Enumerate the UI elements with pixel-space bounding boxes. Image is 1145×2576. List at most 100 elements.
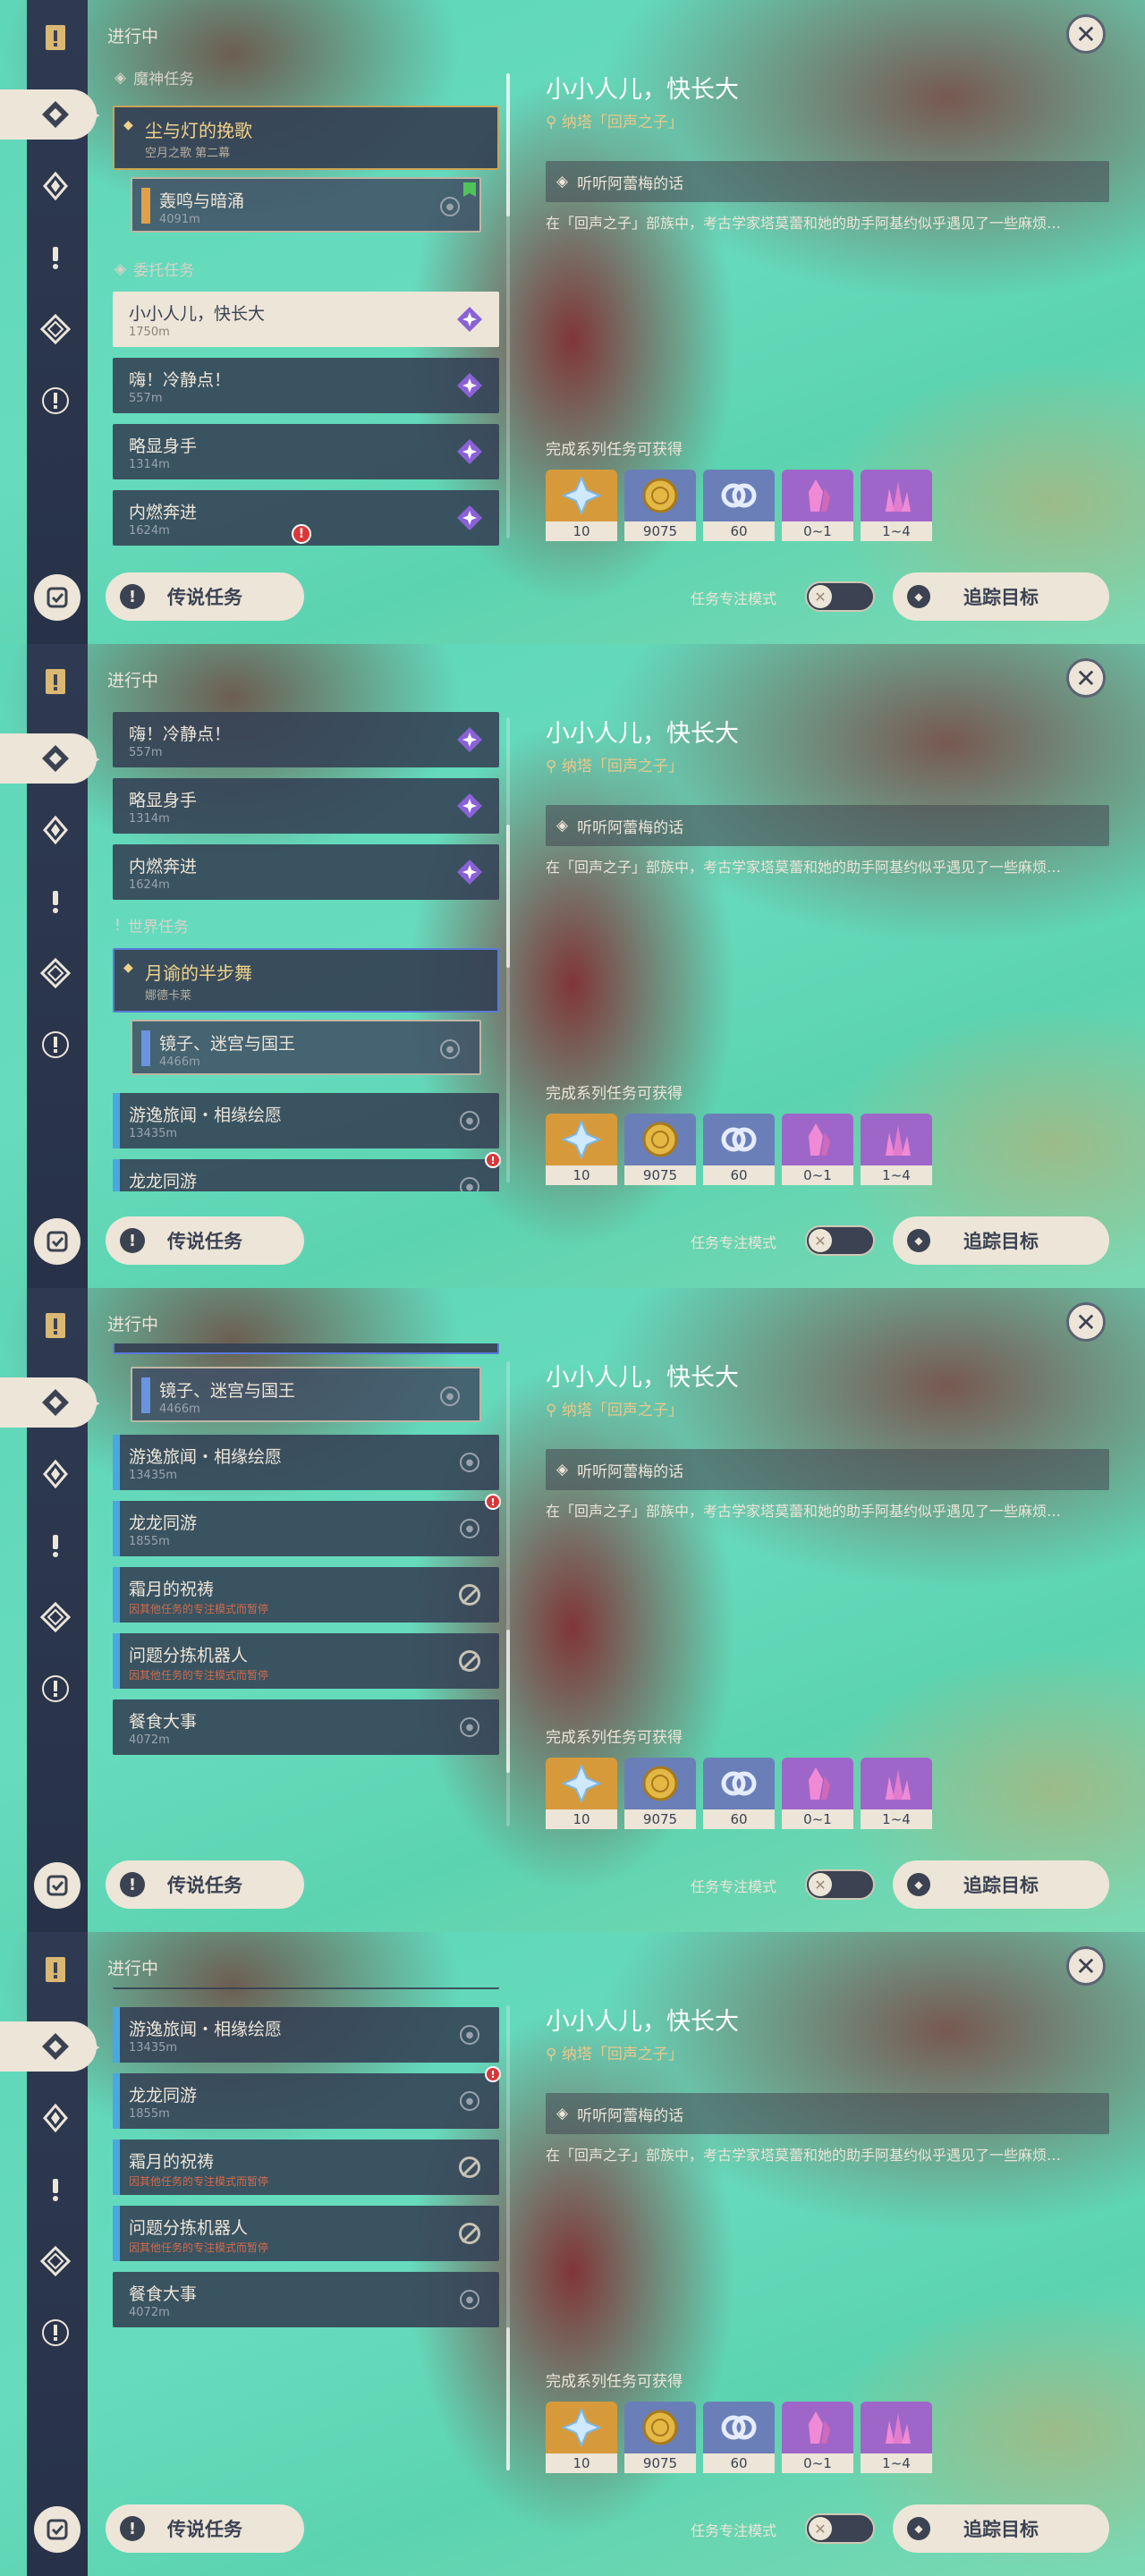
- scroll-thumb[interactable]: [506, 73, 510, 216]
- quest-list[interactable]: ◈ 魔神任务 ◆ 尘与灯的挽歌 空月之歌 第二幕 轰鸣与暗涌 4091m ● ◈ 委…: [106, 55, 505, 547]
- quest-list[interactable]: 游逸旅闻・相缘绘愿 13435m ● 龙龙同游 1855m ● ! 霜月的祝祷 …: [106, 1987, 505, 2479]
- reward-exp[interactable]: 60: [703, 1114, 775, 1185]
- quest-show-skills[interactable]: 略显身手 1314m: [113, 424, 499, 479]
- scroll-thumb[interactable]: [506, 825, 510, 968]
- scrollbar[interactable]: [506, 717, 510, 1182]
- quest-log-icon[interactable]: [34, 1218, 81, 1265]
- quest-world-step[interactable]: [113, 1987, 499, 1989]
- quest-sorting-robot[interactable]: 问题分拣机器人 因其他任务的专注模式而暂停: [113, 1633, 499, 1689]
- reward-crystal-pile[interactable]: 1~4: [861, 1758, 932, 1829]
- focus-mode-toggle[interactable]: ✕: [805, 2513, 875, 2544]
- reward-mora[interactable]: 9075: [624, 1114, 696, 1185]
- reward-crystal-pile[interactable]: 1~4: [861, 470, 932, 541]
- close-button[interactable]: ✕: [1066, 14, 1106, 54]
- focus-mode-toggle[interactable]: ✕: [805, 1225, 875, 1256]
- quest-archon-main[interactable]: ◆ 尘与灯的挽歌 空月之歌 第二幕: [113, 106, 499, 170]
- reward-exp[interactable]: 60: [703, 1758, 775, 1829]
- scrollbar[interactable]: [506, 1361, 510, 1826]
- event-quest-icon[interactable]: [30, 376, 81, 426]
- scrollbar[interactable]: [506, 73, 510, 538]
- quest-frost-prayer[interactable]: 霜月的祝祷 因其他任务的专注模式而暂停: [113, 2140, 499, 2195]
- track-target-button[interactable]: ◆ 追踪目标: [893, 1860, 1109, 1909]
- track-target-button[interactable]: ◆ 追踪目标: [893, 1216, 1109, 1265]
- focus-mode-toggle[interactable]: ✕: [805, 1869, 875, 1900]
- quest-calm-down[interactable]: 嗨！冷静点！ 557m: [113, 712, 499, 767]
- quest-travel-notes[interactable]: 游逸旅闻・相缘绘愿 13435m ●: [113, 2007, 499, 2063]
- world-quest-icon[interactable]: [30, 233, 81, 283]
- quest-log-icon[interactable]: [34, 1862, 81, 1909]
- quest-list[interactable]: 嗨！冷静点！ 557m 略显身手 1314m 内燃奔进 1624m ! 世界任务 …: [106, 699, 505, 1191]
- reward-crystal[interactable]: 0~1: [782, 470, 853, 541]
- quest-little-ones[interactable]: 小小人儿，快长大 1750m: [113, 292, 499, 347]
- story-quest-icon[interactable]: [30, 1449, 81, 1499]
- quest-world-step[interactable]: 镜子、迷宫与国王 4466m ●: [131, 1367, 481, 1422]
- close-button[interactable]: ✕: [1066, 658, 1106, 698]
- quest-frost-prayer[interactable]: 霜月的祝祷 因其他任务的专注模式而暂停: [113, 1567, 499, 1623]
- primogem-icon: [546, 1758, 617, 1809]
- story-quest-icon[interactable]: [30, 2093, 81, 2143]
- commission-quest-icon[interactable]: [30, 2236, 81, 2286]
- quest-dragon-trip[interactable]: 龙龙同游 1855m ●: [113, 1159, 499, 1191]
- legend-icon: !: [120, 1228, 145, 1253]
- story-quest-icon[interactable]: [30, 161, 81, 211]
- track-target-button[interactable]: ◆ 追踪目标: [893, 2504, 1109, 2553]
- world-quest-icon[interactable]: [30, 1521, 81, 1571]
- scroll-thumb[interactable]: [506, 1630, 510, 1773]
- quest-book-icon[interactable]: [30, 1301, 81, 1351]
- reward-crystal[interactable]: 0~1: [782, 2402, 853, 2473]
- quest-log-icon[interactable]: [34, 2506, 81, 2553]
- commission-quest-icon[interactable]: [30, 304, 81, 354]
- close-button[interactable]: ✕: [1066, 1302, 1106, 1342]
- quest-dragon-trip[interactable]: 龙龙同游 1855m ●: [113, 1501, 499, 1556]
- reward-primogem[interactable]: 10: [546, 1114, 617, 1185]
- quest-book-icon[interactable]: [30, 1945, 81, 1995]
- quest-combustion[interactable]: 内燃奔进 1624m: [113, 844, 499, 900]
- reward-mora[interactable]: 9075: [624, 1758, 696, 1829]
- track-target-button[interactable]: ◆ 追踪目标: [893, 572, 1109, 621]
- quest-sorting-robot[interactable]: 问题分拣机器人 因其他任务的专注模式而暂停: [113, 2206, 499, 2261]
- event-quest-icon[interactable]: [30, 2308, 81, 2358]
- commission-quest-icon[interactable]: [30, 1592, 81, 1642]
- reward-crystal-pile[interactable]: 1~4: [861, 1114, 932, 1185]
- reward-mora[interactable]: 9075: [624, 2402, 696, 2473]
- quest-list[interactable]: 镜子、迷宫与国王 4466m ● 游逸旅闻・相缘绘愿 13435m ● 龙龙同游…: [106, 1343, 505, 1835]
- quest-dragon-trip[interactable]: 龙龙同游 1855m ●: [113, 2073, 499, 2129]
- quest-book-icon[interactable]: [30, 657, 81, 707]
- quest-log-icon[interactable]: [34, 574, 81, 621]
- reward-mora[interactable]: 9075: [624, 470, 696, 541]
- quest-archon-step[interactable]: 轰鸣与暗涌 4091m ●: [131, 177, 481, 233]
- quest-travel-notes[interactable]: 游逸旅闻・相缘绘愿 13435m ●: [113, 1435, 499, 1490]
- story-quest-icon[interactable]: [30, 805, 81, 855]
- scrollbar[interactable]: [506, 2005, 510, 2470]
- quest-meal-matter[interactable]: 餐食大事 4072m ●: [113, 2272, 499, 2327]
- reward-primogem[interactable]: 10: [546, 2402, 617, 2473]
- reward-exp[interactable]: 60: [703, 2402, 775, 2473]
- quest-calm-down[interactable]: 嗨！冷静点！ 557m: [113, 358, 499, 413]
- event-quest-icon[interactable]: [30, 1664, 81, 1714]
- reward-crystal-pile[interactable]: 1~4: [861, 2402, 932, 2473]
- legend-quest-button[interactable]: ! 传说任务: [106, 2504, 304, 2553]
- legend-quest-button[interactable]: ! 传说任务: [106, 572, 304, 621]
- event-quest-icon[interactable]: [30, 1020, 81, 1070]
- legend-quest-button[interactable]: ! 传说任务: [106, 1216, 304, 1265]
- reward-crystal[interactable]: 0~1: [782, 1114, 853, 1185]
- quest-show-skills[interactable]: 略显身手 1314m: [113, 778, 499, 834]
- reward-primogem[interactable]: 10: [546, 470, 617, 541]
- reward-primogem[interactable]: 10: [546, 1758, 617, 1829]
- reward-exp[interactable]: 60: [703, 470, 775, 541]
- close-button[interactable]: ✕: [1066, 1946, 1106, 1986]
- legend-quest-button[interactable]: ! 传说任务: [106, 1860, 304, 1909]
- quest-world-main[interactable]: ◆ 月谕的半步舞 娜德卡莱: [113, 948, 499, 1013]
- world-quest-icon[interactable]: [30, 877, 81, 927]
- step-diamond-icon: ◈: [556, 1461, 569, 1479]
- reward-crystal[interactable]: 0~1: [782, 1758, 853, 1829]
- world-quest-icon[interactable]: [30, 2165, 81, 2215]
- commission-quest-icon[interactable]: [30, 948, 81, 998]
- focus-mode-toggle[interactable]: ✕: [805, 581, 875, 612]
- quest-travel-notes[interactable]: 游逸旅闻・相缘绘愿 13435m ●: [113, 1093, 499, 1148]
- quest-book-icon[interactable]: [30, 13, 81, 63]
- quest-world-step[interactable]: 镜子、迷宫与国王 4466m ●: [131, 1020, 481, 1075]
- quest-world-main[interactable]: [113, 1343, 499, 1354]
- quest-meal-matter[interactable]: 餐食大事 4072m ●: [113, 1699, 499, 1755]
- scroll-thumb[interactable]: [506, 2327, 510, 2470]
